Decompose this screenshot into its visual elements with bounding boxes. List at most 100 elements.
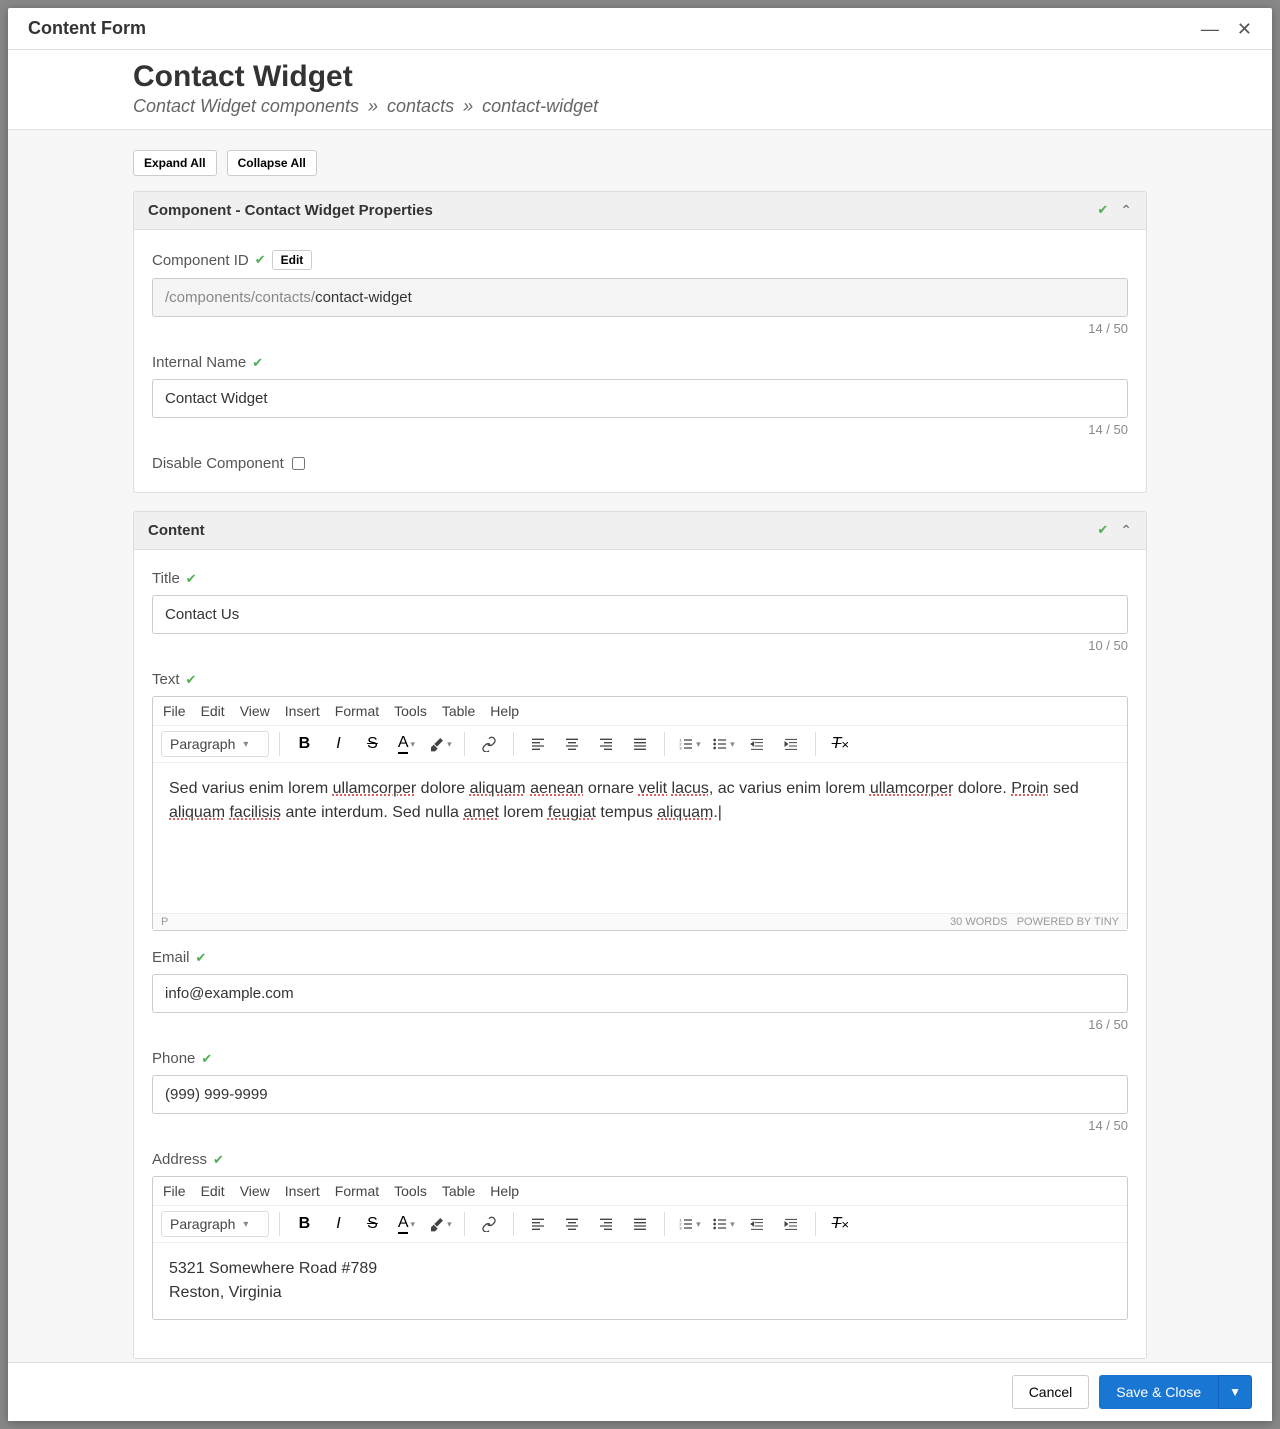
breadcrumb-item: contact-widget (482, 96, 598, 116)
rte-paragraph-select[interactable]: Paragraph (161, 1211, 269, 1237)
title-input[interactable] (152, 595, 1128, 634)
check-icon: ✔ (186, 672, 197, 688)
text-rte: File Edit View Insert Format Tools Table… (152, 696, 1128, 931)
expand-all-button[interactable]: Expand All (133, 150, 217, 176)
field-label: Internal Name ✔ (152, 354, 1128, 371)
section-header[interactable]: Content ✔ ⌃ (134, 512, 1146, 550)
link-icon[interactable] (475, 1210, 503, 1238)
rte-menu-tools[interactable]: Tools (394, 703, 427, 719)
align-right-icon[interactable] (592, 730, 620, 758)
breadcrumb-sep: » (463, 96, 473, 116)
close-icon[interactable]: ✕ (1237, 20, 1252, 38)
rte-content-area[interactable]: Sed varius enim lorem ullamcorper dolore… (153, 763, 1127, 913)
save-dropdown-icon[interactable]: ▼ (1218, 1375, 1252, 1409)
field-text: Text ✔ File Edit View Insert Format Tool… (152, 671, 1128, 931)
bullet-list-icon[interactable] (709, 730, 737, 758)
check-icon: ✔ (1097, 202, 1108, 219)
address-line-1: 5321 Somewhere Road #789 (169, 1257, 1111, 1281)
highlight-icon[interactable] (426, 1210, 454, 1238)
rte-menu-table[interactable]: Table (442, 703, 475, 719)
rte-menu-tools[interactable]: Tools (394, 1183, 427, 1199)
section-title: Component - Contact Widget Properties (148, 202, 433, 219)
field-label: Title ✔ (152, 570, 1128, 587)
rte-path: P (161, 916, 168, 928)
rte-content-area[interactable]: 5321 Somewhere Road #789 Reston, Virgini… (153, 1243, 1127, 1319)
align-center-icon[interactable] (558, 730, 586, 758)
align-center-icon[interactable] (558, 1210, 586, 1238)
rte-toolbar: Paragraph B I S A (153, 1206, 1127, 1243)
check-icon: ✔ (255, 252, 266, 268)
field-title: Title ✔ 10 / 50 (152, 570, 1128, 653)
numbered-list-icon[interactable]: 123 (675, 1210, 703, 1238)
align-left-icon[interactable] (524, 730, 552, 758)
align-right-icon[interactable] (592, 1210, 620, 1238)
field-phone: Phone ✔ 14 / 50 (152, 1050, 1128, 1133)
align-justify-icon[interactable] (626, 1210, 654, 1238)
minimize-icon[interactable]: — (1201, 20, 1219, 38)
link-icon[interactable] (475, 730, 503, 758)
clear-format-icon[interactable]: T× (826, 730, 854, 758)
phone-input[interactable] (152, 1075, 1128, 1114)
content-inner: Expand All Collapse All Component - Cont… (8, 130, 1272, 1359)
internal-name-input[interactable] (152, 379, 1128, 418)
breadcrumb-item: Contact Widget (133, 96, 256, 116)
rte-toolbar: Paragraph B I S A (153, 726, 1127, 763)
rte-paragraph-select[interactable]: Paragraph (161, 731, 269, 757)
rte-menu-edit[interactable]: Edit (201, 703, 225, 719)
align-left-icon[interactable] (524, 1210, 552, 1238)
field-internal-name: Internal Name ✔ 14 / 50 (152, 354, 1128, 437)
field-disable-component: Disable Component (152, 455, 1128, 472)
bold-icon[interactable]: B (290, 730, 318, 758)
rte-menu-format[interactable]: Format (335, 1183, 379, 1199)
rte-menu-file[interactable]: File (163, 1183, 186, 1199)
section-body: Component ID ✔ Edit /components/contacts… (134, 230, 1146, 492)
rte-menu-format[interactable]: Format (335, 703, 379, 719)
collapse-all-button[interactable]: Collapse All (227, 150, 317, 176)
content-form-modal: Content Form — ✕ Contact Widget Contact … (8, 8, 1272, 1421)
rte-menu-view[interactable]: View (240, 1183, 270, 1199)
rte-menu-help[interactable]: Help (490, 1183, 519, 1199)
highlight-icon[interactable] (426, 730, 454, 758)
check-icon: ✔ (186, 571, 197, 587)
cancel-button[interactable]: Cancel (1012, 1375, 1090, 1409)
rte-menu-view[interactable]: View (240, 703, 270, 719)
text-color-icon[interactable]: A (392, 730, 420, 758)
align-justify-icon[interactable] (626, 730, 654, 758)
save-and-close-button[interactable]: Save & Close (1099, 1375, 1218, 1409)
field-label: Email ✔ (152, 949, 1128, 966)
check-icon: ✔ (201, 1051, 212, 1067)
rte-menu-edit[interactable]: Edit (201, 1183, 225, 1199)
disable-checkbox[interactable] (292, 457, 305, 470)
rte-menu-help[interactable]: Help (490, 703, 519, 719)
collapse-icon[interactable]: ⌃ (1120, 202, 1132, 219)
field-label: Disable Component (152, 455, 284, 472)
indent-icon[interactable] (777, 730, 805, 758)
rte-statusbar: P 30 WORDS POWERED BY TINY (153, 913, 1127, 930)
rte-menu-insert[interactable]: Insert (285, 703, 320, 719)
italic-icon[interactable]: I (324, 1210, 352, 1238)
section-header[interactable]: Component - Contact Widget Properties ✔ … (134, 192, 1146, 230)
strikethrough-icon[interactable]: S (358, 1210, 386, 1238)
collapse-icon[interactable]: ⌃ (1120, 522, 1132, 539)
bold-icon[interactable]: B (290, 1210, 318, 1238)
char-counter: 14 / 50 (152, 1118, 1128, 1133)
rte-menu-table[interactable]: Table (442, 1183, 475, 1199)
breadcrumb-sep: » (368, 96, 378, 116)
numbered-list-icon[interactable]: 123 (675, 730, 703, 758)
indent-icon[interactable] (777, 1210, 805, 1238)
outdent-icon[interactable] (743, 730, 771, 758)
outdent-icon[interactable] (743, 1210, 771, 1238)
section-header-icons: ✔ ⌃ (1097, 522, 1132, 539)
edit-button[interactable]: Edit (272, 250, 313, 270)
text-color-icon[interactable]: A (392, 1210, 420, 1238)
email-input[interactable] (152, 974, 1128, 1013)
rte-menu-file[interactable]: File (163, 703, 186, 719)
clear-format-icon[interactable]: T× (826, 1210, 854, 1238)
expand-controls: Expand All Collapse All (133, 150, 1147, 176)
bullet-list-icon[interactable] (709, 1210, 737, 1238)
content-scroll[interactable]: Expand All Collapse All Component - Cont… (8, 129, 1272, 1362)
strikethrough-icon[interactable]: S (358, 730, 386, 758)
rte-menu-insert[interactable]: Insert (285, 1183, 320, 1199)
italic-icon[interactable]: I (324, 730, 352, 758)
address-line-2: Reston, Virginia (169, 1281, 1111, 1305)
